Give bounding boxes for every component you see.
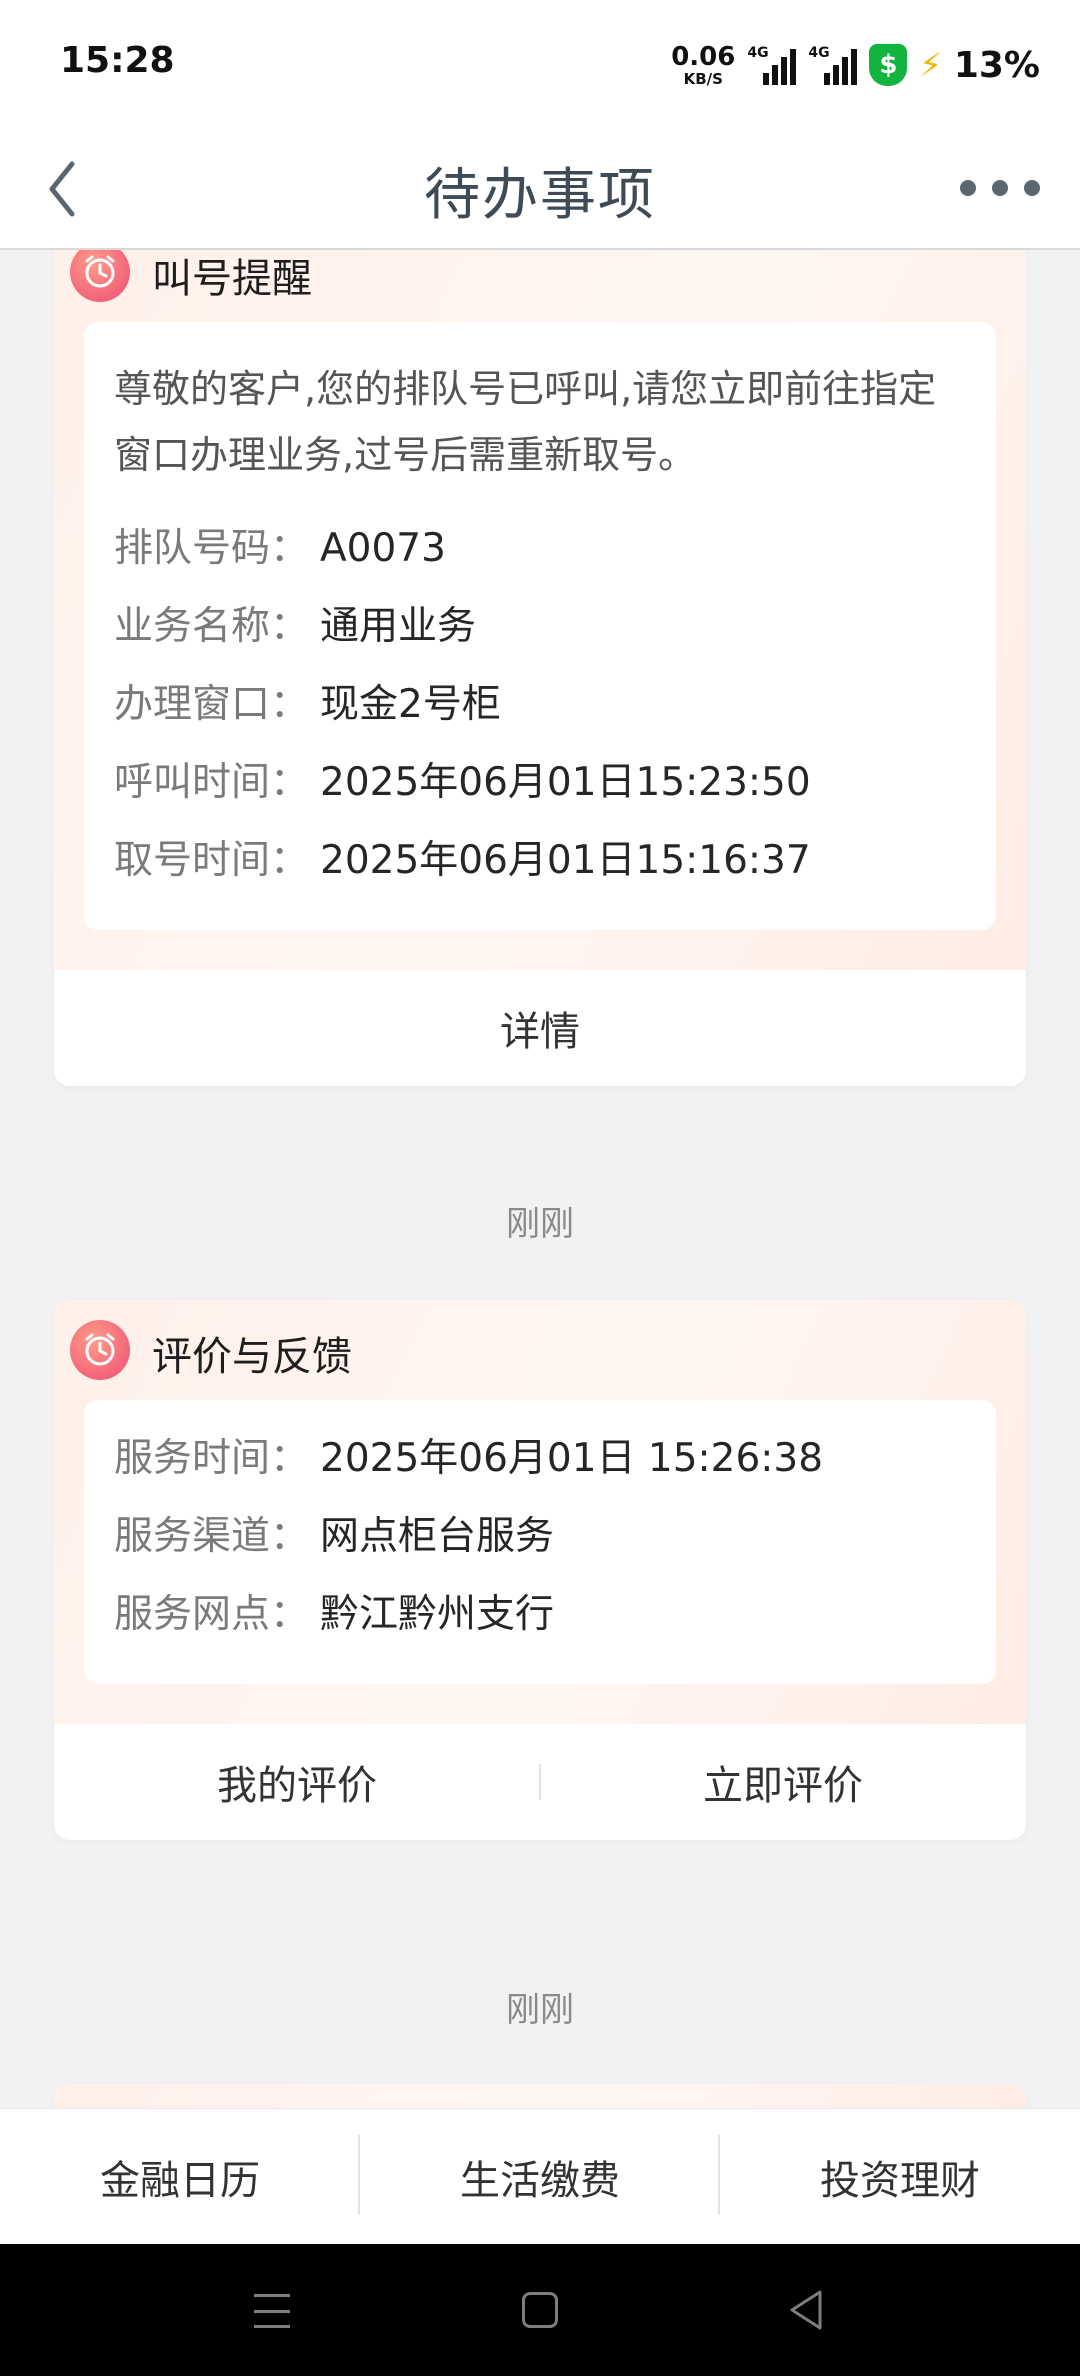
menu-icon[interactable]	[254, 2294, 290, 2328]
signal-icon: 4G	[747, 45, 797, 85]
info-row: 办理窗口： 现金2号柜	[114, 666, 966, 744]
timestamp-label: 刚刚	[506, 1204, 574, 1244]
signal-tag-2: 4G	[808, 45, 830, 61]
info-value: 通用业务	[320, 604, 477, 649]
more-button[interactable]	[960, 168, 1040, 208]
info-value: 2025年06月01日15:16:37	[320, 838, 811, 883]
card-message: 尊敬的客户,您的排队号已呼叫,请您立即前往指定窗口办理业务,过号后需重新取号。	[114, 367, 937, 477]
alarm-clock-icon	[70, 1320, 130, 1380]
next-card-peek	[54, 2084, 1026, 2108]
card-header: 评价与反馈	[54, 1300, 1026, 1400]
status-time: 15:28	[60, 40, 175, 81]
signal-icon-2: 4G	[808, 45, 858, 85]
info-value: 现金2号柜	[320, 682, 501, 727]
divider	[358, 2135, 360, 2215]
network-speed: 0.06 KB/S	[671, 44, 735, 87]
info-row: 呼叫时间： 2025年06月01日15:23:50	[114, 744, 966, 822]
info-label: 服务网点：	[114, 1592, 310, 1637]
card-body: 尊敬的客户,您的排队号已呼叫,请您立即前往指定窗口办理业务,过号后需重新取号。 …	[84, 322, 996, 930]
info-row: 服务渠道： 网点柜台服务	[114, 1498, 966, 1576]
status-indicators: 0.06 KB/S 4G 4G $ ⚡ 13%	[671, 40, 1040, 90]
tab-financial-calendar[interactable]: 金融日历	[0, 2109, 360, 2244]
card-title: 叫号提醒	[152, 256, 312, 302]
info-label: 服务时间：	[114, 1436, 310, 1481]
tab-life-payment[interactable]: 生活缴费	[360, 2109, 720, 2244]
card-header: 叫号提醒	[54, 250, 1026, 322]
info-row: 取号时间： 2025年06月01日15:16:37	[114, 822, 966, 900]
info-label: 服务渠道：	[114, 1514, 310, 1559]
info-row: 业务名称： 通用业务	[114, 588, 966, 666]
info-label: 办理窗口：	[114, 682, 310, 727]
tab-investment[interactable]: 投资理财	[720, 2109, 1080, 2244]
info-value: 网点柜台服务	[320, 1514, 555, 1559]
back-triangle-icon[interactable]	[786, 2288, 826, 2332]
info-label: 取号时间：	[114, 838, 310, 883]
card-actions: 我的评价 立即评价	[54, 1724, 1026, 1840]
navigation-bar: 待办事项	[0, 128, 1080, 250]
info-value: 黔江黔州支行	[320, 1592, 555, 1637]
review-now-button[interactable]: 立即评价	[540, 1724, 1026, 1840]
page-title: 待办事项	[424, 163, 656, 228]
status-bar: 15:28 0.06 KB/S 4G 4G $ ⚡ 13%	[0, 0, 1080, 128]
info-value: A0073	[320, 526, 446, 571]
more-dots-icon	[960, 180, 976, 196]
card-body: 服务时间： 2025年06月01日 15:26:38 服务渠道： 网点柜台服务 服务…	[84, 1400, 996, 1684]
my-review-button[interactable]: 我的评价	[54, 1724, 540, 1840]
network-speed-unit: KB/S	[683, 69, 723, 88]
system-navigation-bar	[0, 2244, 1080, 2376]
bottom-tab-bar: 金融日历 生活缴费 投资理财	[0, 2108, 1080, 2244]
signal-tag: 4G	[747, 45, 769, 61]
timestamp-label: 刚刚	[506, 1990, 574, 2030]
info-label: 排队号码：	[114, 526, 310, 571]
info-value: 2025年06月01日 15:26:38	[320, 1436, 824, 1481]
divider	[718, 2135, 720, 2215]
divider	[539, 1764, 541, 1800]
home-icon[interactable]	[522, 2292, 558, 2328]
details-button[interactable]: 详情	[54, 970, 1026, 1086]
info-row: 服务网点： 黔江黔州支行	[114, 1576, 966, 1654]
info-value: 2025年06月01日15:23:50	[320, 760, 811, 805]
info-label: 业务名称：	[114, 604, 310, 649]
alarm-clock-icon	[70, 250, 130, 302]
review-feedback-card: 评价与反馈 服务时间： 2025年06月01日 15:26:38 服务渠道： 网点柜…	[54, 1300, 1026, 1840]
charging-icon: ⚡	[919, 46, 942, 84]
info-label: 呼叫时间：	[114, 760, 310, 805]
queue-call-card: 叫号提醒 尊敬的客户,您的排队号已呼叫,请您立即前往指定窗口办理业务,过号后需重…	[54, 250, 1026, 1086]
security-shield-icon: $	[869, 44, 908, 86]
network-speed-value: 0.06	[671, 41, 736, 72]
info-row: 排队号码： A0073	[114, 510, 966, 588]
todo-list[interactable]: 叫号提醒 尊敬的客户,您的排队号已呼叫,请您立即前往指定窗口办理业务,过号后需重…	[0, 250, 1080, 2108]
battery-level: 13%	[953, 44, 1040, 86]
info-row: 服务时间： 2025年06月01日 15:26:38	[114, 1420, 966, 1498]
card-title: 评价与反馈	[152, 1334, 352, 1380]
